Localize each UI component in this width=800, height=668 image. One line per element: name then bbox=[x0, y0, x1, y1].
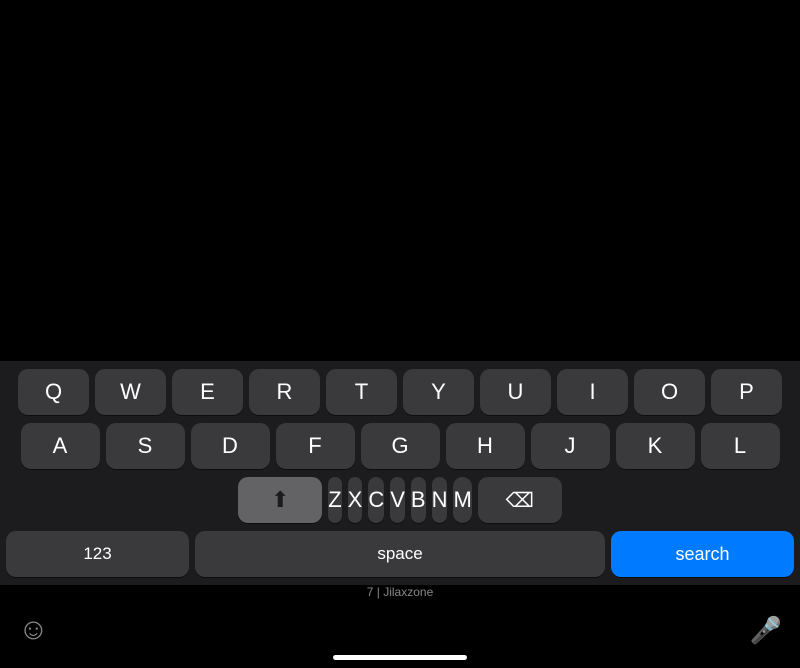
key-o[interactable]: O bbox=[634, 369, 705, 415]
watermark: 7 | Jilaxzone bbox=[367, 585, 434, 599]
key-u[interactable]: U bbox=[480, 369, 551, 415]
key-n[interactable]: N bbox=[432, 477, 448, 523]
key-r[interactable]: R bbox=[249, 369, 320, 415]
key-l[interactable]: L bbox=[701, 423, 780, 469]
key-b[interactable]: B bbox=[411, 477, 426, 523]
key-m[interactable]: M bbox=[453, 477, 471, 523]
emoji-mic-bar: ☺ 🎤 bbox=[0, 603, 800, 655]
key-y[interactable]: Y bbox=[403, 369, 474, 415]
key-f[interactable]: F bbox=[276, 423, 355, 469]
key-p[interactable]: P bbox=[711, 369, 782, 415]
microphone-icon[interactable]: 🎤 bbox=[750, 615, 782, 646]
space-key[interactable]: space bbox=[195, 531, 605, 577]
backspace-key[interactable]: ⌫ bbox=[478, 477, 562, 523]
key-d[interactable]: D bbox=[191, 423, 270, 469]
numbers-key[interactable]: 123 bbox=[6, 531, 189, 577]
search-key[interactable]: search bbox=[611, 531, 794, 577]
key-z[interactable]: Z bbox=[328, 477, 341, 523]
shift-icon: ⬆ bbox=[271, 487, 289, 513]
keyboard-row-3: ⬆ Z X C V B N M ⌫ bbox=[3, 477, 797, 523]
keyboard-bottom-row: 123 space search bbox=[3, 531, 797, 577]
keyboard: Q W E R T Y U I O P A S D F G H J K L ⬆ … bbox=[0, 361, 800, 585]
key-x[interactable]: X bbox=[348, 477, 363, 523]
key-s[interactable]: S bbox=[106, 423, 185, 469]
emoji-icon[interactable]: ☺ bbox=[18, 613, 49, 647]
key-h[interactable]: H bbox=[446, 423, 525, 469]
keyboard-row-2: A S D F G H J K L bbox=[3, 423, 797, 469]
home-indicator bbox=[333, 655, 467, 660]
key-c[interactable]: C bbox=[368, 477, 384, 523]
backspace-icon: ⌫ bbox=[506, 488, 534, 513]
key-t[interactable]: T bbox=[326, 369, 397, 415]
key-j[interactable]: J bbox=[531, 423, 610, 469]
key-g[interactable]: G bbox=[361, 423, 440, 469]
key-i[interactable]: I bbox=[557, 369, 628, 415]
keyboard-row-1: Q W E R T Y U I O P bbox=[3, 369, 797, 415]
key-v[interactable]: V bbox=[390, 477, 405, 523]
shift-key[interactable]: ⬆ bbox=[238, 477, 322, 523]
key-a[interactable]: A bbox=[21, 423, 100, 469]
key-w[interactable]: W bbox=[95, 369, 166, 415]
key-k[interactable]: K bbox=[616, 423, 695, 469]
key-e[interactable]: E bbox=[172, 369, 243, 415]
key-q[interactable]: Q bbox=[18, 369, 89, 415]
